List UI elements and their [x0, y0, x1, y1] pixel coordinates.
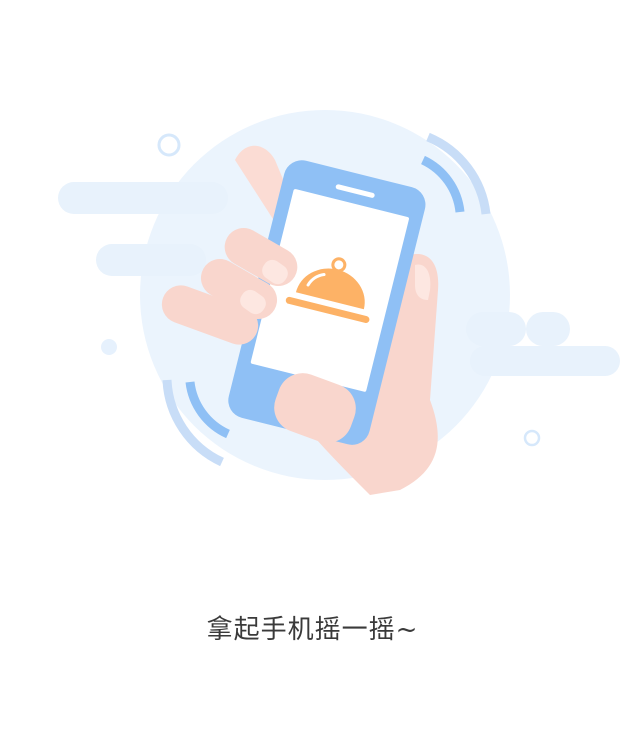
- decor-ring-top: [157, 133, 181, 157]
- shake-instruction-text: 拿起手机摇一摇~: [206, 615, 419, 645]
- cloud-right: [466, 312, 620, 376]
- decor-dot-left: [101, 339, 117, 355]
- shake-phone-illustration: [58, 110, 620, 495]
- decor-ring-right: [523, 429, 541, 447]
